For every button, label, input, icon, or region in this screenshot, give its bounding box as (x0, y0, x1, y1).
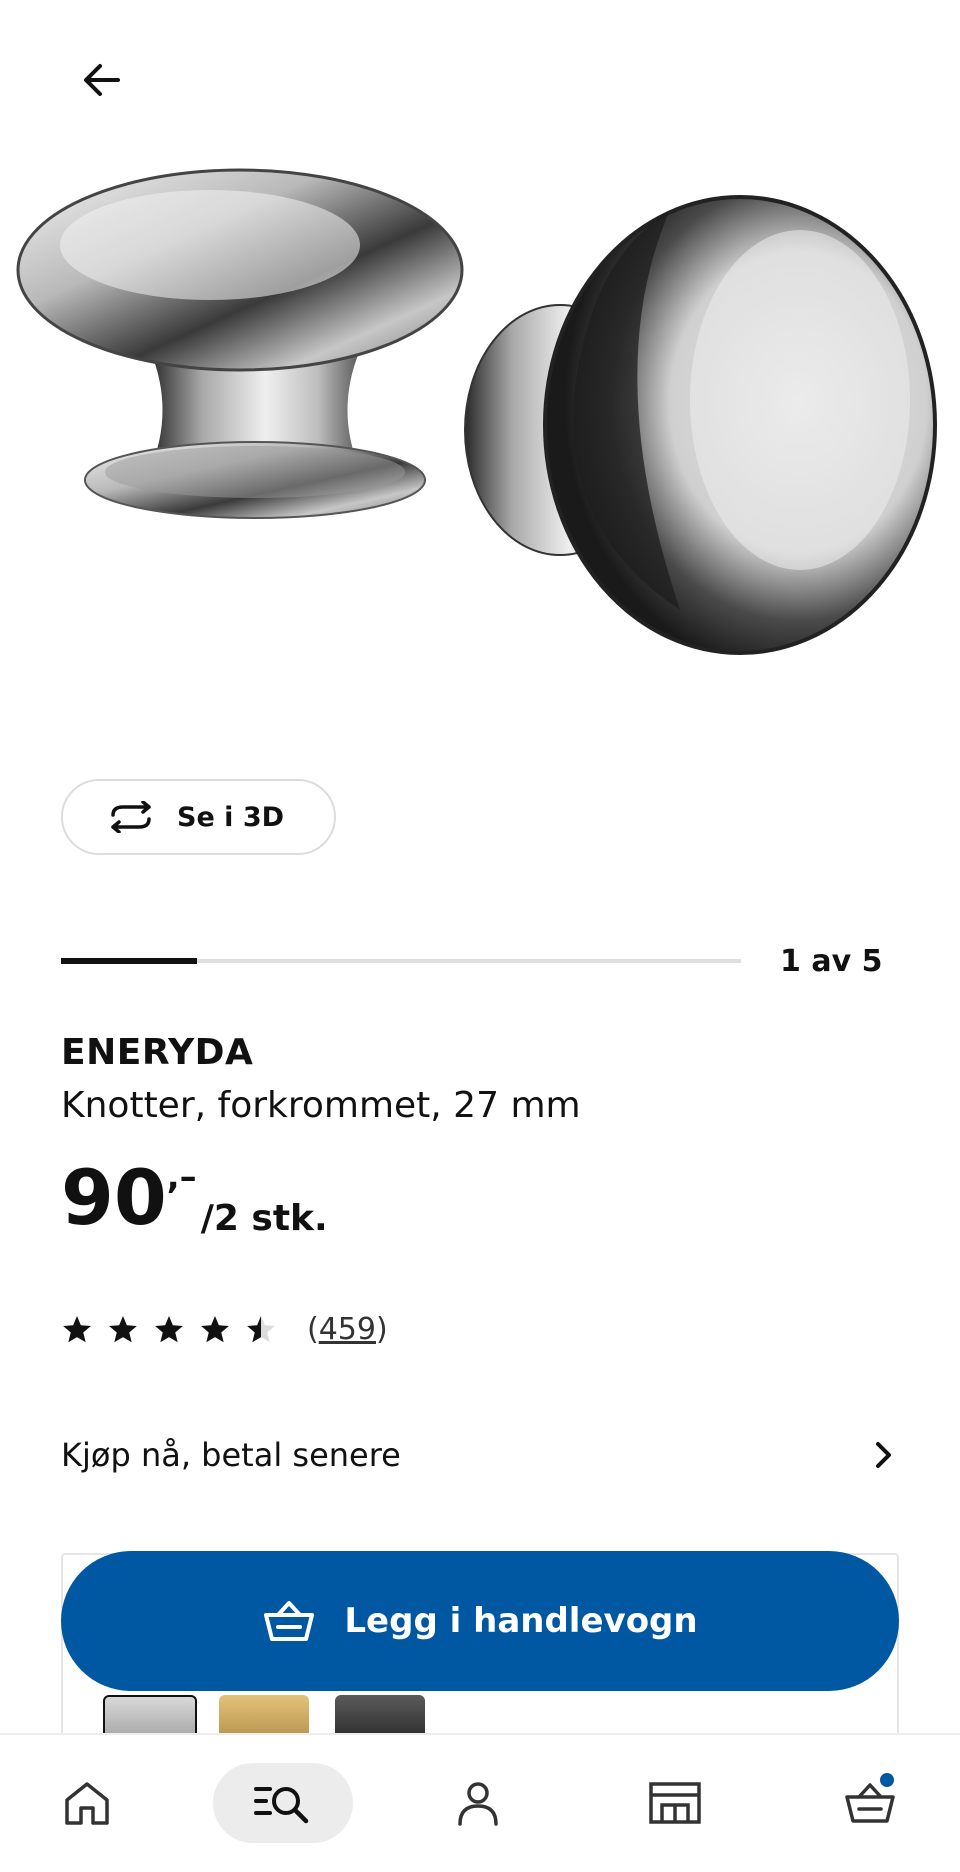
rating-count[interactable]: (459) (307, 1312, 388, 1347)
bottom-navigation (0, 1733, 960, 1872)
add-to-cart-button[interactable]: Legg i handlevogn (61, 1551, 899, 1691)
gallery-progress-bar (61, 958, 741, 964)
star-full-icon (201, 1315, 229, 1342)
product-rating[interactable]: (459) (61, 1312, 388, 1347)
price-integer: 90 (61, 1153, 167, 1242)
buy-now-pay-later-label: Kjøp nå, betal senere (61, 1436, 401, 1474)
price-decimals: ,– (166, 1157, 197, 1197)
store-icon (649, 1782, 701, 1824)
price: 90 ,– /2 stk. (61, 1153, 328, 1242)
product-image[interactable] (0, 150, 960, 680)
nav-home[interactable] (27, 1763, 147, 1843)
gallery-progress-fill (61, 958, 197, 964)
search-list-icon (254, 1787, 309, 1824)
basket-icon (264, 1601, 315, 1641)
view-in-3d-button[interactable]: Se i 3D (61, 779, 336, 855)
product-description: Knotter, forkrommet, 27 mm (61, 1085, 581, 1126)
star-full-icon (155, 1315, 183, 1342)
cart-badge (878, 1771, 896, 1789)
home-icon (65, 1782, 109, 1825)
rating-count-number: 459 (318, 1312, 376, 1347)
profile-icon (458, 1782, 498, 1826)
star-half-icon (247, 1315, 275, 1342)
chevron-right-icon (876, 1442, 891, 1468)
add-to-cart-label: Legg i handlevogn (344, 1601, 698, 1641)
star-full-icon (63, 1315, 91, 1342)
star-full-icon (109, 1315, 137, 1342)
buy-now-pay-later-row[interactable]: Kjøp nå, betal senere (61, 1420, 901, 1490)
gallery-position-text: 1 av 5 (780, 944, 883, 979)
arrow-left-icon (84, 64, 120, 96)
rotate-3d-icon (111, 801, 151, 833)
product-name: ENERYDA (61, 1032, 254, 1073)
nav-cart[interactable] (810, 1763, 930, 1843)
cabinet-knob-image (16, 168, 937, 655)
view-in-3d-label: Se i 3D (177, 801, 285, 833)
nav-stores[interactable] (615, 1763, 735, 1843)
price-unit: /2 stk. (200, 1198, 328, 1239)
nav-search[interactable] (213, 1763, 353, 1843)
nav-profile[interactable] (418, 1763, 538, 1843)
back-button[interactable] (62, 50, 142, 110)
